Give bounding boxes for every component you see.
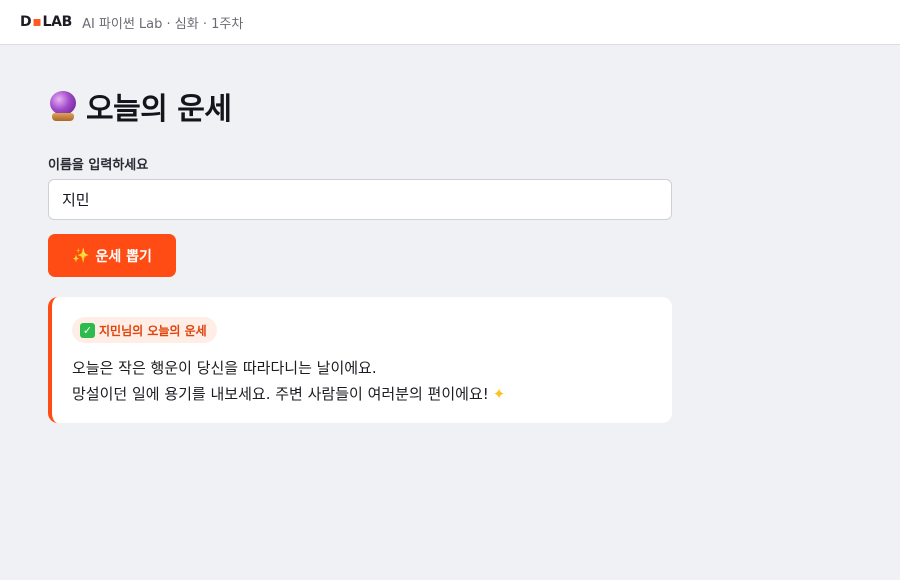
draw-fortune-label: 운세 뽑기 [95,248,152,265]
fortune-line-1: 오늘은 작은 행운이 당신을 따라다니는 날이에요. [72,359,377,377]
brand-left: D [20,14,32,30]
fortune-line-2: 망설이던 일에 용기를 내보세요. 주변 사람들이 여러분의 편이에요! [72,385,489,403]
course-breadcrumb: AI 파이썬 Lab · 심화 · 1주차 [82,16,244,32]
fortune-text: 오늘은 작은 행운이 당신을 따라다니는 날이에요. 망설이던 일에 용기를 내… [72,355,652,407]
glowing-star-icon: ✦ [492,385,506,403]
fortune-line-2-row: 망설이던 일에 용기를 내보세요. 주변 사람들이 여러분의 편이에요! ✦ [72,381,652,407]
page-title: 오늘의 운세 [48,84,672,128]
name-input[interactable] [48,179,672,220]
result-badge-text: 지민님의 오늘의 운세 [99,323,207,338]
brand-dot-icon: ▪ [32,14,42,30]
page-title-text: 오늘의 운세 [86,92,232,127]
top-bar: D ▪ LAB AI 파이썬 Lab · 심화 · 1주차 [0,0,900,45]
main-content: 오늘의 운세 이름을 입력하세요 ✨ 운세 뽑기 ✓ 지민님의 오늘의 운세 오… [48,84,672,423]
sparkles-icon: ✨ [72,247,90,264]
crystal-ball-icon [48,91,78,121]
result-badge: ✓ 지민님의 오늘의 운세 [72,317,217,343]
fortune-result-card: ✓ 지민님의 오늘의 운세 오늘은 작은 행운이 당신을 따라다니는 날이에요.… [48,297,672,423]
check-mark-icon: ✓ [80,322,95,338]
draw-fortune-button[interactable]: ✨ 운세 뽑기 [48,234,176,277]
name-field-label: 이름을 입력하세요 [48,158,149,173]
brand-logo[interactable]: D ▪ LAB [20,14,72,30]
brand-right: LAB [42,14,73,30]
